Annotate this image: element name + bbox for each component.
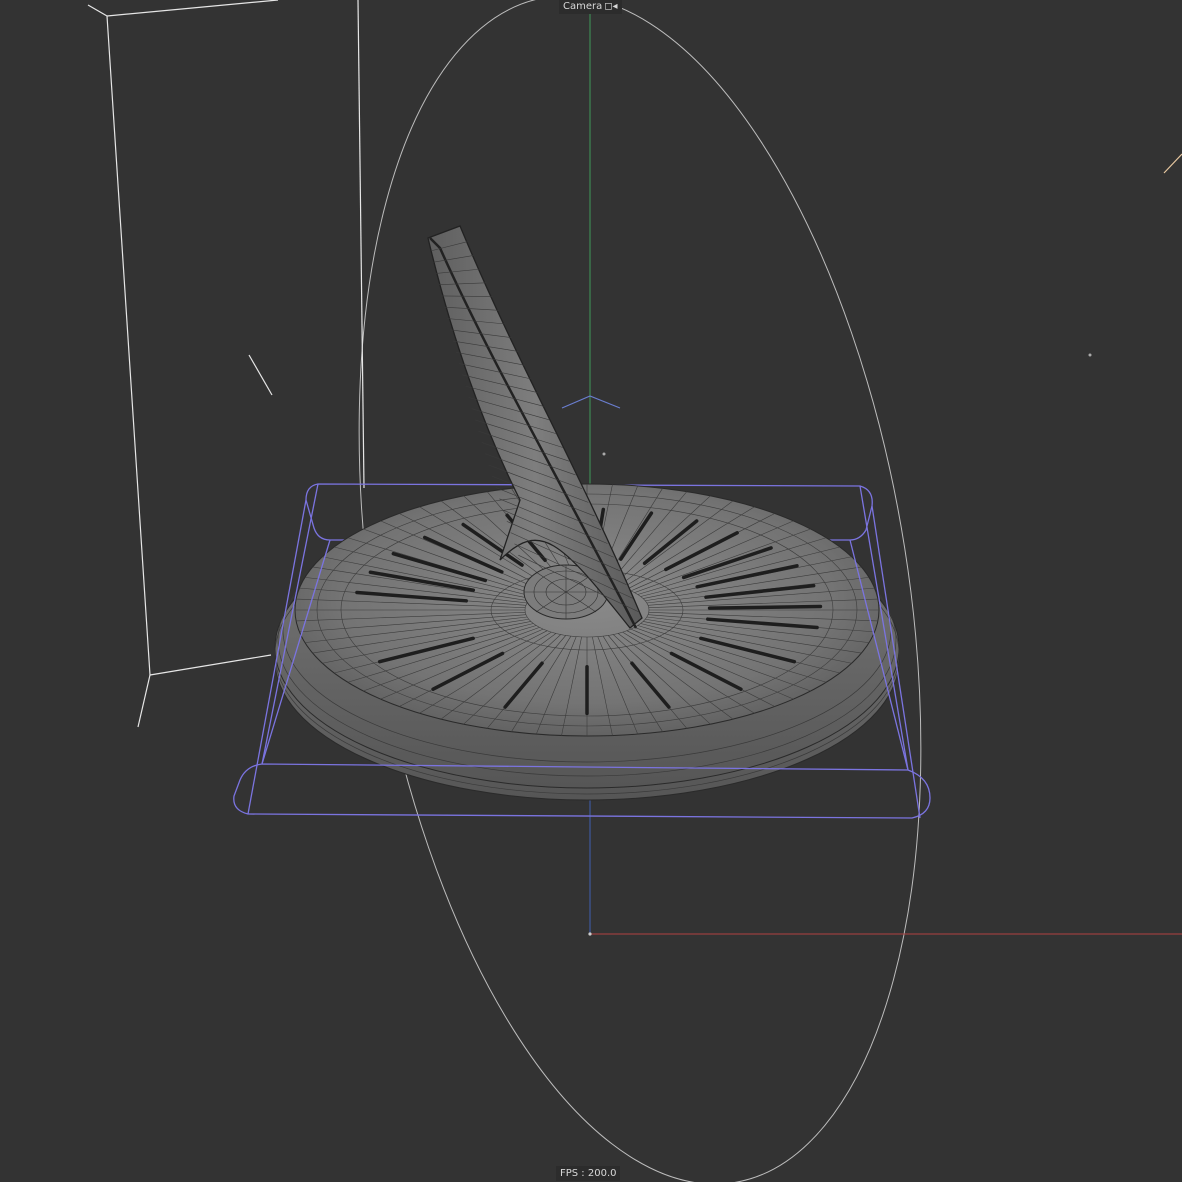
camera-icon: ◻◂ — [604, 1, 618, 12]
3d-viewport[interactable]: Camera ◻◂ FPS : 200.0 — [0, 0, 1182, 1182]
active-camera-label[interactable]: Camera ◻◂ — [559, 0, 622, 14]
fps-counter: FPS : 200.0 — [556, 1166, 621, 1181]
viewport-canvas[interactable] — [0, 0, 1182, 1182]
light-direction-indicator — [1163, 153, 1182, 174]
hour-marker — [707, 604, 823, 610]
camera-label-text: Camera — [563, 1, 603, 12]
light-point-marker — [1088, 353, 1092, 357]
spot-light-icon[interactable] — [561, 395, 621, 409]
pivot-point-marker — [602, 452, 606, 456]
world-origin-marker — [588, 932, 592, 936]
